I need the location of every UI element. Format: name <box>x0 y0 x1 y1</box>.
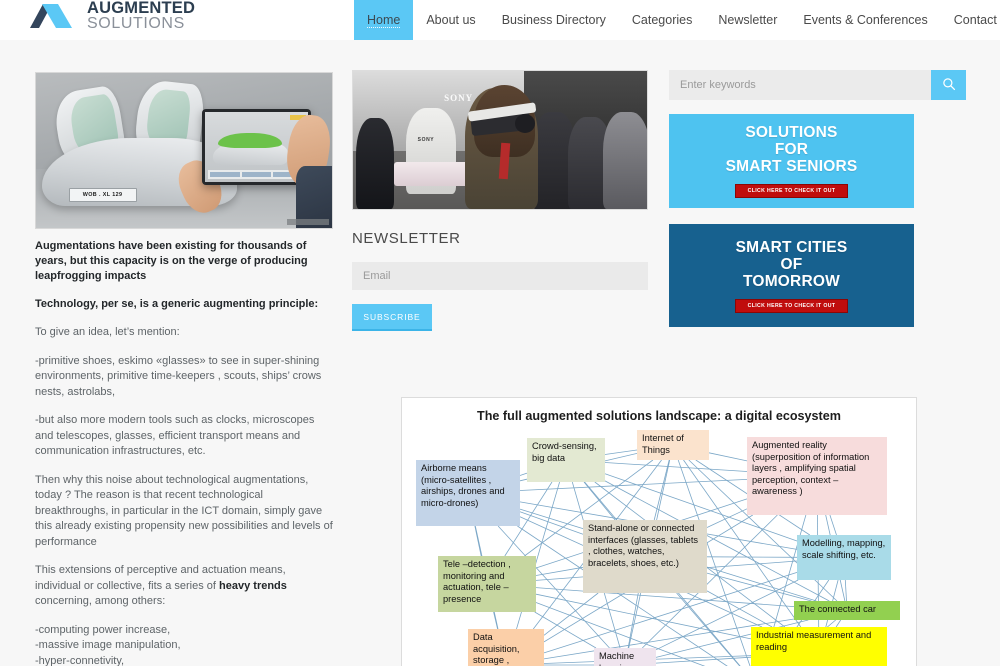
article-body: Augmentations have been existing for tho… <box>35 239 333 666</box>
page-root: AUGMENTED SOLUTIONS Home About us Busine… <box>0 0 1000 666</box>
diagram-node-car: The connected car <box>794 601 900 620</box>
subscribe-button[interactable]: SUBSCRIBE <box>352 304 432 331</box>
banner-cta-button[interactable]: CLICK HERE TO CHECK IT OUT <box>734 298 849 313</box>
article-heading-1: Augmentations have been existing for tho… <box>35 240 308 282</box>
nav-label: Business Directory <box>501 13 606 27</box>
banner-title: SMART CITIES OF TOMORROW <box>736 239 848 290</box>
article-paragraph-1: To give an idea, let’s mention: <box>35 326 180 338</box>
banner-line-1: SOLUTIONS <box>745 124 838 141</box>
diagram-node-crowd: Crowd-sensing, big data <box>527 438 605 482</box>
diagram-node-ar: Augmented reality (superposition of info… <box>747 437 887 515</box>
nav-item-business-directory[interactable]: Business Directory <box>489 0 619 40</box>
search-bar <box>669 70 966 100</box>
banner-line-2: OF <box>780 255 803 273</box>
diagram-node-data: Data acquisition, storage , formats and … <box>468 629 544 666</box>
diagram-node-standalone: Stand-alone or connected interfaces (gla… <box>583 520 707 593</box>
article-heading-2: Technology, per se, is a generic augment… <box>35 298 319 310</box>
diagram-node-ml: Machine learning <box>594 648 656 666</box>
search-input[interactable] <box>669 70 931 100</box>
banner-smart-seniors[interactable]: SOLUTIONS FOR SMART SENIORS CLICK HERE T… <box>669 114 914 208</box>
main-navigation: Home About us Business Directory Categor… <box>354 0 1000 40</box>
banner-smart-cities[interactable]: SMART CITIES OF TOMORROW CLICK HERE TO C… <box>669 224 914 327</box>
logo-text-line2: SOLUTIONS <box>87 14 185 32</box>
photo-watermark <box>287 219 329 225</box>
banner-line-3: TOMORROW <box>743 272 840 290</box>
banner-line-3: SMART SENIORS <box>725 158 858 175</box>
text-after: concerning, among others: <box>35 595 166 607</box>
bullet-0: -computing power increase, <box>35 623 171 636</box>
nav-item-home[interactable]: Home <box>354 0 414 40</box>
page-content: WOB . XL 129 Augmentations have been exi… <box>0 40 1000 666</box>
heavy-trends-emphasis: heavy trends <box>219 579 287 592</box>
booth-brand-label: SONY <box>444 93 474 104</box>
article-paragraph-3: -but also more modern tools such as cloc… <box>35 414 315 457</box>
nav-label: Categories <box>631 13 693 27</box>
newsletter-email-input[interactable] <box>352 262 648 290</box>
hero-image-ar-car: WOB . XL 129 <box>35 72 333 229</box>
bullet-1: -massive image manipulation, <box>35 639 181 651</box>
search-button[interactable] <box>931 70 966 100</box>
banner-line-1: SMART CITIES <box>735 238 848 256</box>
site-header: AUGMENTED SOLUTIONS Home About us Busine… <box>0 0 1000 40</box>
diagram-node-airborne: Airborne means (micro-satellites , airsh… <box>416 460 520 526</box>
banner-cta-button[interactable]: CLICK HERE TO CHECK IT OUT <box>734 184 849 198</box>
diagram-node-industrial: Industrial measurement and reading <box>751 627 887 666</box>
nav-item-about-us[interactable]: About us <box>413 0 488 40</box>
nav-label: Newsletter <box>718 13 778 27</box>
site-logo[interactable]: AUGMENTED SOLUTIONS <box>28 0 195 32</box>
diagram-node-iot: Internet of Things <box>637 430 709 460</box>
diagram-node-tele: Tele –detection , monitoring and actuati… <box>438 556 536 612</box>
logo-mark-icon <box>28 2 84 30</box>
search-icon <box>942 77 956 94</box>
article-paragraph-2: -primitive shoes, eskimo «glasses» to se… <box>35 354 322 398</box>
newsletter-title: NEWSLETTER <box>352 230 461 247</box>
left-column: WOB . XL 129 Augmentations have been exi… <box>35 72 333 666</box>
booth-brand-shirt: SONY <box>417 137 435 144</box>
ecosystem-diagram: The full augmented solutions landscape: … <box>401 397 917 666</box>
nav-label: Contact <box>953 13 997 27</box>
nav-item-categories[interactable]: Categories <box>619 0 705 40</box>
car-license-plate: WOB . XL 129 <box>68 187 137 202</box>
bullet-2: -hyper-connetivity, <box>35 654 125 666</box>
right-column: SOLUTIONS FOR SMART SENIORS CLICK HERE T… <box>669 70 966 327</box>
diagram-node-modelling: Modelling, mapping, scale shifting, etc. <box>797 535 891 580</box>
nav-label: Events & Conferences <box>803 13 928 27</box>
nav-item-newsletter[interactable]: Newsletter <box>705 0 790 40</box>
banner-title: SOLUTIONS FOR SMART SENIORS <box>726 124 858 175</box>
nav-item-events-conferences[interactable]: Events & Conferences <box>790 0 940 40</box>
article-paragraph-4: Then why this noise about technological … <box>35 473 333 548</box>
article-paragraph-5: This extensions of perceptive and actuat… <box>35 563 333 610</box>
nav-item-contact[interactable]: Contact <box>941 0 1000 40</box>
middle-column: SONY SONY NEWSLETTER SUBSCRIBE <box>352 70 648 331</box>
nav-label: About us <box>426 13 476 27</box>
banner-line-2: FOR <box>774 141 809 158</box>
nav-label: Home <box>367 13 401 27</box>
vr-tradeshow-image: SONY SONY <box>352 70 648 210</box>
